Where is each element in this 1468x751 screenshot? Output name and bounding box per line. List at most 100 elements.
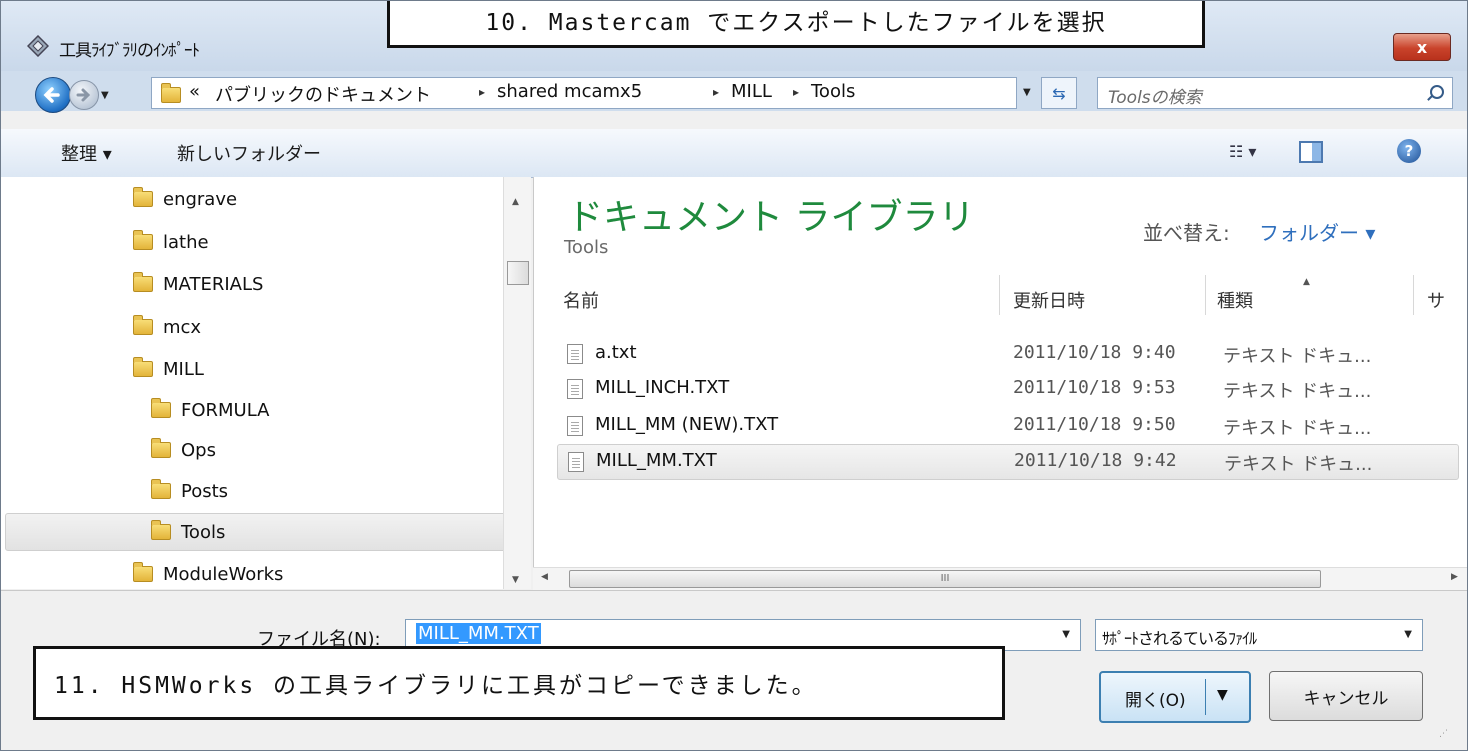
preview-pane-icon[interactable] <box>1299 141 1323 163</box>
tree-item-tools[interactable]: Tools <box>151 520 225 544</box>
folder-icon <box>151 438 171 458</box>
file-list-horizontal-scrollbar[interactable]: ◀ III ▶ <box>533 567 1467 590</box>
tree-item-label: lathe <box>163 232 209 253</box>
refresh-button[interactable]: ⇆ <box>1041 77 1077 109</box>
column-header-type[interactable]: 種類 <box>1217 287 1253 313</box>
filename-dropdown-icon[interactable]: ▼ <box>1062 629 1070 640</box>
tree-item-ops[interactable]: Ops <box>151 438 216 462</box>
folder-icon <box>151 479 171 499</box>
tree-item-posts[interactable]: Posts <box>151 479 229 503</box>
close-icon: x <box>1416 37 1428 57</box>
text-file-icon <box>567 344 583 364</box>
tree-item-mcx[interactable]: mcx <box>133 315 202 339</box>
sort-label: 並べ替え: <box>1143 221 1230 245</box>
search-icon[interactable] <box>1430 85 1444 99</box>
filetype-value: ｻﾎﾟｰﾄされるているﾌｧｲﾙ <box>1102 629 1257 648</box>
column-divider[interactable] <box>1205 275 1206 315</box>
window-title: 工具ﾗｲﾌﾞﾗﾘのｲﾝﾎﾟｰﾄ <box>59 41 200 61</box>
cancel-button-label: キャンセル <box>1303 688 1389 709</box>
tree-item-label: FORMULA <box>181 400 270 421</box>
breadcrumb-mill[interactable]: MILL <box>731 81 772 102</box>
address-dropdown-icon[interactable]: ▼ <box>1023 87 1031 98</box>
file-type: テキスト ドキュ... <box>1223 418 1372 439</box>
tree-item-lathe[interactable]: lathe <box>133 230 209 254</box>
breadcrumb-separator-icon[interactable]: ▸ <box>793 85 799 99</box>
file-row-selected[interactable]: MILL_MM.TXT 2011/10/18 9:42 テキスト ドキュ... <box>557 444 1459 480</box>
column-divider[interactable] <box>999 275 1000 315</box>
breadcrumb-public-documents[interactable]: パブリックのドキュメント <box>215 81 431 107</box>
open-button-label: 開く(O) <box>1125 691 1186 711</box>
file-name: MILL_MM (NEW).TXT <box>595 414 779 435</box>
navigation-pane[interactable]: engrave lathe MATERIALS mcx MILL FORMULA… <box>1 177 531 589</box>
breadcrumb-tools[interactable]: Tools <box>811 81 855 102</box>
folder-icon <box>133 230 153 250</box>
import-dialog-window: 工具ﾗｲﾌﾞﾗﾘのｲﾝﾎﾟｰﾄ x ▼ « パブリックのドキュメント ▸ sha… <box>0 0 1468 751</box>
filename-value[interactable]: MILL_MM.TXT <box>416 623 541 644</box>
tree-vertical-scrollbar[interactable]: ▲ ▼ <box>503 177 531 589</box>
column-header-date[interactable]: 更新日時 <box>1013 287 1085 313</box>
text-file-icon <box>567 416 583 436</box>
tree-item-engrave[interactable]: engrave <box>133 187 237 211</box>
tree-scroll-thumb[interactable] <box>507 261 529 285</box>
tree-item-label: Ops <box>181 440 216 461</box>
forward-arrow-icon <box>76 88 91 102</box>
scroll-down-icon[interactable]: ▼ <box>512 575 519 585</box>
file-type: テキスト ドキュ... <box>1223 381 1372 402</box>
tree-item-label: Posts <box>181 481 229 502</box>
folder-icon <box>133 562 153 582</box>
open-button[interactable]: 開く(O) ▼ <box>1099 671 1251 723</box>
breadcrumb-shared-mcamx5[interactable]: shared mcamx5 <box>497 81 642 102</box>
scroll-left-icon[interactable]: ◀ <box>541 572 548 582</box>
file-name: MILL_MM.TXT <box>596 450 717 471</box>
cancel-button[interactable]: キャンセル <box>1269 671 1423 721</box>
refresh-icon: ⇆ <box>1052 83 1066 103</box>
column-divider[interactable] <box>1413 275 1414 315</box>
file-row[interactable]: MILL_INCH.TXT 2011/10/18 9:53 テキスト ドキュ..… <box>557 372 1457 406</box>
organize-menu[interactable]: 整理 ▾ <box>61 140 112 166</box>
back-button[interactable] <box>35 77 71 113</box>
arrange-by-dropdown[interactable]: フォルダー ▾ <box>1259 217 1375 246</box>
tree-selection-highlight <box>5 513 525 551</box>
tree-item-label: MILL <box>163 359 204 380</box>
folder-icon <box>133 357 153 377</box>
library-title: ドキュメント ライブラリ <box>567 197 975 238</box>
change-view-icon[interactable]: ☷ ▾ <box>1229 142 1256 161</box>
scroll-right-icon[interactable]: ▶ <box>1451 572 1458 582</box>
file-row[interactable]: MILL_MM (NEW).TXT 2011/10/18 9:50 テキスト ド… <box>557 409 1457 443</box>
file-row[interactable]: a.txt 2011/10/18 9:40 テキスト ドキュ... <box>557 337 1457 371</box>
breadcrumb-separator-icon[interactable]: ▸ <box>479 85 485 99</box>
tree-item-label: MATERIALS <box>163 274 264 295</box>
tree-item-moduleworks[interactable]: ModuleWorks <box>133 562 283 586</box>
horizontal-scroll-thumb[interactable]: III <box>569 570 1321 588</box>
column-header-size[interactable]: サ <box>1427 287 1445 313</box>
folder-icon <box>133 315 153 335</box>
file-name: MILL_INCH.TXT <box>595 377 730 398</box>
forward-button[interactable] <box>69 80 99 110</box>
back-arrow-icon <box>43 87 60 103</box>
file-date: 2011/10/18 9:40 <box>1013 342 1176 363</box>
filetype-select[interactable]: ｻﾎﾟｰﾄされるているﾌｧｲﾙ ▼ <box>1095 619 1423 651</box>
tree-item-materials[interactable]: MATERIALS <box>133 272 264 296</box>
search-box[interactable]: Toolsの検索 <box>1097 77 1453 109</box>
instruction-callout-step-10: 10. Mastercam でエクスポートしたファイルを選択 <box>387 1 1205 48</box>
breadcrumb-overflow[interactable]: « <box>189 81 200 102</box>
app-icon <box>27 35 49 57</box>
help-icon[interactable]: ? <box>1397 139 1421 163</box>
close-button[interactable]: x <box>1393 33 1451 61</box>
resize-grip-icon[interactable]: ⋰ <box>1439 729 1448 739</box>
filetype-dropdown-icon[interactable]: ▼ <box>1404 629 1412 640</box>
tree-item-label: mcx <box>163 317 202 338</box>
open-options-dropdown-icon[interactable]: ▼ <box>1217 687 1228 703</box>
new-folder-button[interactable]: 新しいフォルダー <box>177 140 321 166</box>
recent-pages-dropdown-icon[interactable]: ▼ <box>101 90 109 101</box>
column-header-name[interactable]: 名前 <box>563 287 599 313</box>
scroll-up-icon[interactable]: ▲ <box>512 197 519 207</box>
tree-item-mill[interactable]: MILL <box>133 357 204 381</box>
folder-icon <box>151 520 171 540</box>
file-name: a.txt <box>595 342 637 363</box>
breadcrumb-separator-icon[interactable]: ▸ <box>713 85 719 99</box>
tree-item-formula[interactable]: FORMULA <box>151 398 270 422</box>
file-date: 2011/10/18 9:53 <box>1013 377 1176 398</box>
instruction-callout-step-11: 11. HSMWorks の工具ライブラリに工具がコピーできました。 <box>33 646 1005 720</box>
folder-icon <box>133 272 153 292</box>
